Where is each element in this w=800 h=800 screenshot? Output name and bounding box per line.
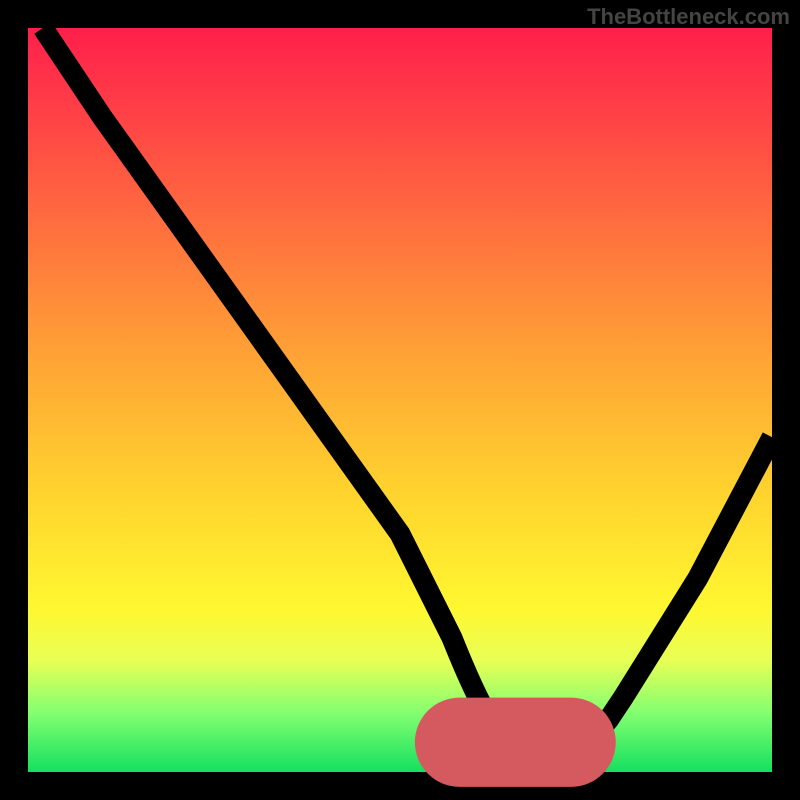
chart-frame: TheBottleneck.com xyxy=(0,0,800,800)
bottleneck-curve xyxy=(43,28,772,757)
chart-svg xyxy=(28,28,772,772)
optimal-point-dot xyxy=(582,723,606,747)
watermark: TheBottleneck.com xyxy=(587,4,790,30)
plot-area xyxy=(28,28,772,772)
